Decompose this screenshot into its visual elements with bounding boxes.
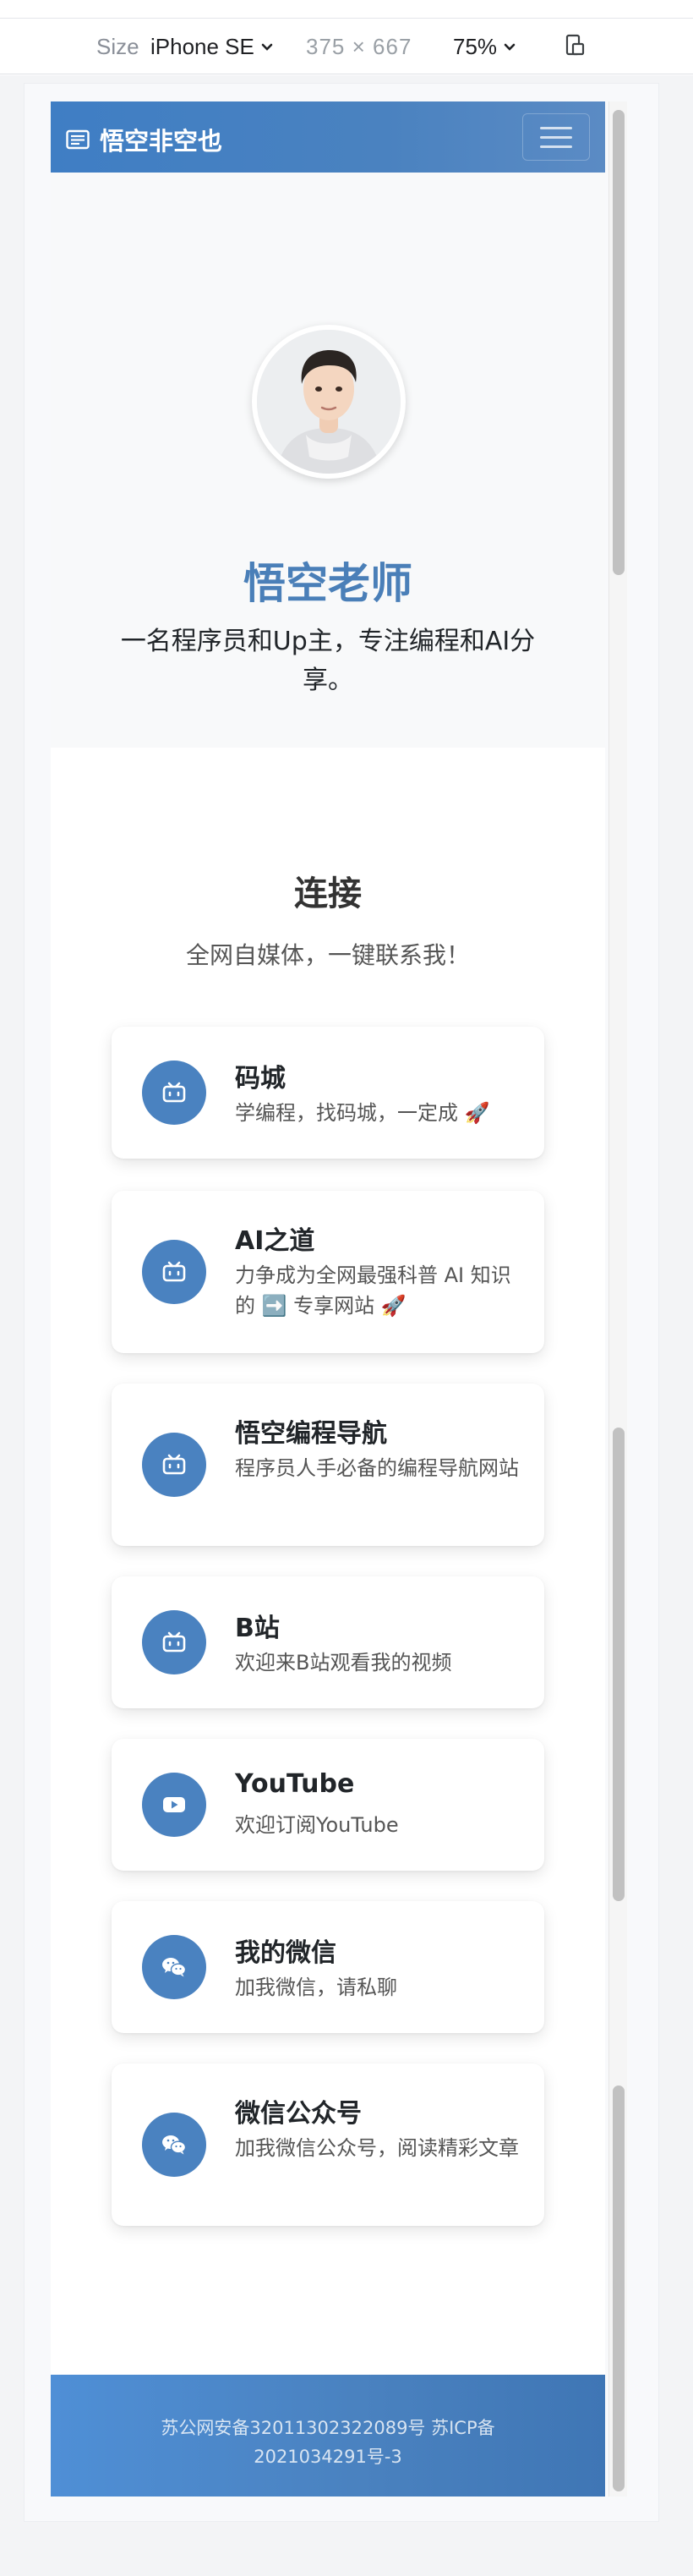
card-description: 欢迎订阅YouTube (235, 1813, 399, 1837)
avatar (252, 325, 406, 479)
navbar-toggler[interactable] (522, 113, 590, 161)
viewport-dimensions: 375 × 667 (306, 34, 412, 60)
link-card-wechat[interactable]: 我的微信 加我微信，请私聊 (112, 1901, 544, 2033)
viewport-height[interactable]: 667 (373, 34, 412, 59)
scrollbar-thumb[interactable] (613, 110, 625, 575)
card-title: 码城 (235, 1064, 286, 1093)
card-description: 力争成为全网最强科普 AI 知识的 ➡️ 专享网站 🚀 (235, 1263, 511, 1318)
wechat-icon (142, 1935, 206, 1999)
connect-section: 连接 全网自媒体，一键联系我！ 码城 学编程，找码城，一定成 🚀 AI之道 力争… (51, 748, 605, 2375)
link-card-youtube[interactable]: YouTube 欢迎订阅YouTube (112, 1739, 544, 1871)
wechat-icon (142, 2113, 206, 2177)
section-subtitle: 全网自媒体，一键联系我！ (185, 941, 470, 969)
hero-section: 悟空老师 一名程序员和Up主，专注编程和AI分享。 (51, 173, 605, 748)
hero-bio: 一名程序员和Up主，专注编程和AI分享。 (120, 627, 536, 695)
navbar: 悟空非空也 (51, 101, 605, 173)
card-title: 我的微信 (235, 1938, 336, 1968)
devtools-device-toolbar: Size iPhone SE 375 × 667 75% (0, 19, 693, 74)
avatar-portrait-image (257, 330, 401, 474)
card-description: 加我微信公众号，阅读精彩文章 (235, 2136, 519, 2160)
link-card-navigation[interactable]: 悟空编程导航 程序员人手必备的编程导航网站 (112, 1384, 544, 1546)
hamburger-icon (540, 135, 572, 139)
card-title: 悟空编程导航 (235, 1419, 387, 1449)
size-label: Size (96, 34, 139, 59)
bilibili-tv-icon (142, 1610, 206, 1674)
card-description: 欢迎来B站观看我的视频 (235, 1651, 452, 1674)
chevron-down-icon (504, 43, 516, 51)
hamburger-icon (540, 126, 572, 129)
link-card-ai[interactable]: AI之道 力争成为全网最强科普 AI 知识的 ➡️ 专享网站 🚀 (112, 1191, 544, 1353)
zoom-select[interactable]: 75% (453, 34, 517, 60)
youtube-icon (142, 1773, 206, 1837)
link-card-wechat-official[interactable]: 微信公众号 加我微信公众号，阅读精彩文章 (112, 2064, 544, 2226)
link-card-bilibili[interactable]: B站 欢迎来B站观看我的视频 (112, 1576, 544, 1708)
section-title: 连接 (294, 874, 362, 913)
hamburger-icon (540, 145, 572, 148)
dimension-separator: × (352, 34, 366, 59)
card-title: 微信公众号 (235, 2099, 362, 2129)
document-icon (66, 129, 90, 150)
scrollbar[interactable] (608, 101, 627, 2497)
mobile-page: 悟空非空也 悟空老师 一名程序员和Up主，专注编程和AI分享。 连接 全网自媒体… (51, 101, 605, 2497)
device-name: iPhone SE (150, 34, 254, 59)
zoom-value: 75% (453, 34, 498, 59)
brand-link[interactable]: 悟空非空也 (66, 122, 222, 157)
scrollbar-thumb[interactable] (613, 2085, 625, 2491)
link-card-macheng[interactable]: 码城 学编程，找码城，一定成 🚀 (112, 1027, 544, 1159)
viewport-width[interactable]: 375 (306, 34, 345, 59)
card-description: 加我微信，请私聊 (235, 1976, 397, 1999)
scrollbar-thumb[interactable] (613, 1428, 625, 1901)
window-top-edge (0, 0, 693, 19)
card-title: AI之道 (235, 1226, 315, 1256)
brand-name: 悟空非空也 (100, 127, 223, 156)
page-title: 悟空老师 (243, 559, 412, 608)
footer: 苏公网安备32011302322089号 苏ICP备2021034291号-3 (51, 2375, 605, 2497)
footer-icp-text[interactable]: 苏公网安备32011302322089号 苏ICP备2021034291号-3 (110, 2414, 546, 2471)
card-title: YouTube (235, 1769, 355, 1799)
bilibili-tv-icon (142, 1240, 206, 1304)
rotate-device-icon[interactable] (561, 32, 588, 59)
card-description: 学编程，找码城，一定成 🚀 (235, 1101, 490, 1125)
chevron-down-icon (261, 43, 273, 51)
card-description: 程序员人手必备的编程导航网站 (235, 1456, 519, 1480)
device-select[interactable]: iPhone SE (150, 34, 275, 60)
bilibili-tv-icon (142, 1433, 206, 1497)
card-title: B站 (235, 1614, 280, 1643)
bilibili-tv-icon (142, 1061, 206, 1125)
